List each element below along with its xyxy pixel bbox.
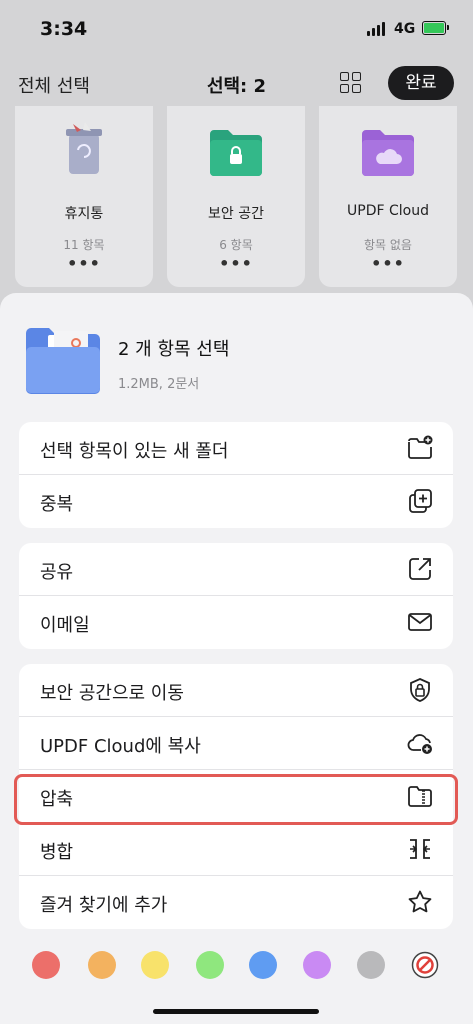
selection-subtitle: 1.2MB, 2문서 <box>118 377 200 392</box>
share-item[interactable]: 공유 <box>19 543 453 596</box>
color-tag-orange[interactable] <box>88 951 116 979</box>
secure-folder-icon <box>210 130 262 176</box>
cloud-folder-icon <box>362 130 414 176</box>
folder-cards: 휴지통 11 항목 ••• 보안 공간 6 항목 ••• UPDF Cloud … <box>0 106 473 291</box>
color-tag-purple[interactable] <box>303 951 331 979</box>
menu-item-label: 병합 <box>40 842 74 863</box>
action-group-manage: 보안 공간으로 이동 UPDF Cloud에 복사 압축 병합 즐겨 찾기에 추… <box>19 664 453 929</box>
network-label: 4G <box>394 21 416 37</box>
status-bar: 3:34 4G <box>0 0 473 60</box>
new-folder-icon <box>408 435 433 459</box>
email-item[interactable]: 이메일 <box>19 596 453 649</box>
nav-bar: 전체 선택 선택: 2 완료 <box>0 60 473 106</box>
card-updf-cloud[interactable]: UPDF Cloud 항목 없음 ••• <box>319 106 457 287</box>
color-tag-blue[interactable] <box>249 951 277 979</box>
clear-color-icon[interactable] <box>411 951 439 979</box>
more-icon[interactable]: ••• <box>167 254 305 273</box>
selection-title: 2 개 항목 선택 <box>118 339 230 360</box>
done-button[interactable]: 완료 <box>388 66 454 100</box>
action-sheet: 2 개 항목 선택 1.2MB, 2문서 선택 항목이 있는 새 폴더 중복 공… <box>0 293 473 1024</box>
shield-lock-icon <box>410 678 430 702</box>
color-tag-gray[interactable] <box>357 951 385 979</box>
merge-icon <box>410 839 430 859</box>
status-time: 3:34 <box>40 18 88 40</box>
card-name: UPDF Cloud <box>347 203 429 219</box>
card-name: 휴지통 <box>64 206 104 222</box>
signal-icon <box>367 22 385 36</box>
star-icon <box>408 890 432 913</box>
menu-item-label: 압축 <box>40 789 74 810</box>
folder-icon <box>26 328 100 394</box>
more-icon[interactable]: ••• <box>319 254 457 273</box>
menu-item-label: 즐겨 찾기에 추가 <box>40 895 168 916</box>
menu-item-label: 이메일 <box>40 615 90 636</box>
new-folder-with-selection-item[interactable]: 선택 항목이 있는 새 폴더 <box>19 422 453 475</box>
card-count: 6 항목 <box>219 238 253 252</box>
menu-item-label: 보안 공간으로 이동 <box>40 683 184 704</box>
menu-item-label: 중복 <box>40 494 74 515</box>
compress-item[interactable]: 압축 <box>19 770 453 823</box>
merge-item[interactable]: 병합 <box>19 823 453 876</box>
share-icon <box>409 558 431 580</box>
home-indicator <box>153 1009 319 1014</box>
duplicate-icon <box>409 489 432 513</box>
card-count: 11 항목 <box>63 238 105 252</box>
move-to-secure-space-item[interactable]: 보안 공간으로 이동 <box>19 664 453 717</box>
menu-item-label: 공유 <box>40 562 74 583</box>
card-trash[interactable]: 휴지통 11 항목 ••• <box>15 106 153 287</box>
add-to-favorites-item[interactable]: 즐겨 찾기에 추가 <box>19 876 453 929</box>
copy-to-updf-cloud-item[interactable]: UPDF Cloud에 복사 <box>19 717 453 770</box>
color-tag-yellow[interactable] <box>141 951 169 979</box>
menu-item-label: 선택 항목이 있는 새 폴더 <box>40 441 229 462</box>
action-group-share: 공유 이메일 <box>19 543 453 649</box>
card-count: 항목 없음 <box>364 238 412 252</box>
card-name: 보안 공간 <box>208 206 264 222</box>
mail-icon <box>408 613 432 631</box>
duplicate-item[interactable]: 중복 <box>19 475 453 528</box>
trash-icon <box>66 122 102 174</box>
action-group-create: 선택 항목이 있는 새 폴더 중복 <box>19 422 453 528</box>
grid-view-icon[interactable] <box>340 72 362 94</box>
menu-item-label: UPDF Cloud에 복사 <box>40 736 201 757</box>
color-tag-green[interactable] <box>196 951 224 979</box>
cloud-add-icon <box>407 734 432 754</box>
color-tags <box>0 951 473 981</box>
more-icon[interactable]: ••• <box>15 254 153 273</box>
battery-icon <box>422 21 449 35</box>
color-tag-red[interactable] <box>32 951 60 979</box>
card-secure-space[interactable]: 보안 공간 6 항목 ••• <box>167 106 305 287</box>
zip-folder-icon <box>408 786 432 807</box>
